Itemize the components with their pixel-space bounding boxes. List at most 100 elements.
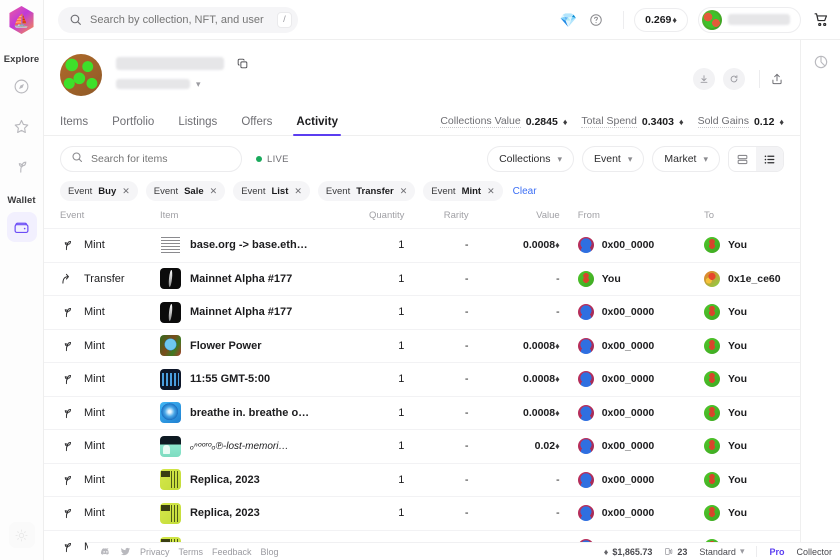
table-row[interactable]: Mint breathe in. breathe o… 1-0.0008♦ 0x00_… bbox=[44, 396, 800, 430]
cell-to[interactable]: You bbox=[686, 463, 800, 497]
sidebar-item-sprout[interactable] bbox=[7, 151, 37, 181]
global-search[interactable]: / bbox=[58, 6, 298, 33]
search-input[interactable] bbox=[90, 6, 269, 33]
twitter-icon[interactable] bbox=[120, 546, 131, 557]
list-view-icon[interactable] bbox=[756, 147, 783, 171]
gem-icon[interactable]: 💎 bbox=[560, 13, 577, 27]
profile-header: ▾ bbox=[44, 40, 800, 96]
table-row[interactable]: Mint Replica, 2023 1 - - 0x00_0000 You bbox=[44, 463, 800, 497]
cell-to[interactable]: You bbox=[686, 396, 800, 430]
table-row[interactable]: Mint Flower Power 1-0.0008♦ 0x00_0000 You bbox=[44, 329, 800, 363]
close-icon[interactable]: ✕ bbox=[400, 186, 408, 197]
collector-badge[interactable]: Collector bbox=[796, 547, 832, 557]
dropdown-market[interactable]: Market ▾ bbox=[652, 146, 720, 172]
cell-from[interactable]: 0x00_0000 bbox=[560, 396, 686, 430]
cell-from[interactable]: 0x00_0000 bbox=[560, 329, 686, 363]
cell-to[interactable]: You bbox=[686, 229, 800, 263]
cart-icon[interactable] bbox=[813, 11, 830, 28]
table-row[interactable]: Mint Replica, 2023 1 - - 0x00_0000 You bbox=[44, 496, 800, 531]
tab-items[interactable]: Items bbox=[60, 116, 88, 135]
cell-from[interactable]: 0x00_0000 bbox=[560, 229, 686, 263]
chip-event-sale[interactable]: Event Sale ✕ bbox=[145, 181, 226, 201]
close-icon[interactable]: ✕ bbox=[122, 186, 130, 197]
clear-filters-button[interactable]: Clear bbox=[513, 186, 537, 197]
sidebar-item-wallet[interactable] bbox=[6, 212, 37, 242]
cell-to[interactable]: You bbox=[686, 329, 800, 363]
cell-rarity: - bbox=[404, 296, 469, 330]
cell-to[interactable]: You bbox=[686, 363, 800, 397]
account-pill[interactable] bbox=[698, 6, 801, 33]
copy-icon[interactable] bbox=[236, 57, 249, 70]
speed-selector[interactable]: Standard ▾ bbox=[699, 547, 744, 557]
pro-badge[interactable]: Pro bbox=[769, 547, 784, 557]
table-row[interactable]: Mint 11:55 GMT-5:00 1-0.0008♦ 0x00_0000 You bbox=[44, 362, 800, 397]
dropdown-event[interactable]: Event ▾ bbox=[581, 146, 645, 172]
footer-link-terms[interactable]: Terms bbox=[179, 547, 204, 557]
cell-from[interactable]: 0x00_0000 bbox=[560, 363, 686, 397]
dropdown-collections[interactable]: Collections ▾ bbox=[487, 146, 574, 172]
help-circle-icon[interactable] bbox=[589, 13, 603, 27]
close-icon[interactable]: ✕ bbox=[487, 186, 495, 197]
eth-glyph: ♦ bbox=[555, 374, 560, 385]
sidebar-item-star[interactable] bbox=[7, 111, 37, 141]
chip-event-mint[interactable]: Event Mint ✕ bbox=[423, 181, 503, 201]
cell-rarity: - bbox=[404, 229, 469, 263]
cell-item[interactable]: 11:55 GMT-5:00 bbox=[159, 363, 334, 397]
share-icon[interactable] bbox=[770, 72, 784, 86]
discord-icon[interactable] bbox=[100, 546, 111, 557]
refresh-circle-icon[interactable] bbox=[723, 68, 745, 90]
event-label: Mint bbox=[84, 339, 105, 352]
footer-link-feedback[interactable]: Feedback bbox=[212, 547, 252, 557]
grid-view-icon[interactable] bbox=[729, 147, 756, 171]
close-icon[interactable]: ✕ bbox=[294, 186, 302, 197]
cell-item[interactable]: Mainnet Alpha #177 bbox=[159, 262, 334, 296]
cell-item[interactable]: Replica, 2023 bbox=[159, 497, 334, 531]
pie-chart-icon[interactable] bbox=[813, 54, 829, 70]
cell-event: Mint bbox=[44, 463, 160, 497]
table-row[interactable]: Mint Mainnet Alpha #177 1 - - 0x00_0000 You bbox=[44, 295, 800, 330]
chip-event-list[interactable]: Event List ✕ bbox=[233, 181, 310, 201]
item-search-input[interactable] bbox=[91, 153, 231, 165]
activity-table-wrapper[interactable]: Event Item Quantity Rarity Value From To… bbox=[44, 201, 800, 560]
chip-value: Buy bbox=[98, 185, 117, 197]
table-row[interactable]: Mint ₒⁿᵒᵒʳᵒₒ℗-lost-memori… 1-0.02♦ 0x00_000… bbox=[44, 429, 800, 464]
cell-item[interactable]: base.org -> base.eth… bbox=[159, 229, 334, 263]
tab-portfolio[interactable]: Portfolio bbox=[112, 116, 154, 135]
table-row[interactable]: Mint base.org -> base.eth… 1-0.0008♦ 0x00_0… bbox=[44, 228, 800, 263]
chip-event-transfer[interactable]: Event Transfer ✕ bbox=[317, 181, 416, 201]
cell-item[interactable]: Flower Power bbox=[159, 329, 334, 363]
cell-from[interactable]: 0x00_0000 bbox=[560, 463, 686, 497]
cell-item[interactable]: ₒⁿᵒᵒʳᵒₒ℗-lost-memori… bbox=[159, 430, 334, 464]
profile-name-hidden bbox=[116, 57, 224, 70]
chip-event-buy[interactable]: Event Buy ✕ bbox=[60, 181, 138, 201]
cell-to[interactable]: You bbox=[686, 430, 800, 464]
app-logo[interactable]: ⛵ bbox=[8, 6, 36, 34]
close-icon[interactable]: ✕ bbox=[210, 186, 218, 197]
cell-item[interactable]: Replica, 2023 bbox=[159, 463, 334, 497]
cell-item[interactable]: Mainnet Alpha #177 bbox=[159, 296, 334, 330]
cell-to[interactable]: 0x1e_ce60 bbox=[686, 262, 800, 296]
table-row[interactable]: Transfer Mainnet Alpha #177 1 - - You 0x1e_ce6… bbox=[44, 262, 800, 296]
appearance-icon[interactable] bbox=[8, 522, 35, 548]
gas-indicator[interactable]: 23 bbox=[664, 547, 687, 557]
cell-from[interactable]: 0x00_0000 bbox=[560, 430, 686, 464]
footer-link-privacy[interactable]: Privacy bbox=[140, 547, 170, 557]
item-search[interactable] bbox=[60, 146, 242, 172]
cell-from[interactable]: 0x00_0000 bbox=[560, 296, 686, 330]
profile-handle-row[interactable]: ▾ bbox=[116, 79, 249, 89]
cell-item[interactable]: breathe in. breathe o… bbox=[159, 396, 334, 430]
cell-to[interactable]: You bbox=[686, 296, 800, 330]
rarity-value: - bbox=[464, 306, 469, 319]
tab-listings[interactable]: Listings bbox=[178, 116, 217, 135]
avatar bbox=[577, 304, 594, 321]
tab-offers[interactable]: Offers bbox=[241, 116, 272, 135]
cell-from[interactable]: You bbox=[560, 262, 686, 296]
cell-from[interactable]: 0x00_0000 bbox=[560, 497, 686, 531]
sidebar-item-compass[interactable] bbox=[7, 71, 37, 101]
chip-prefix: Event bbox=[153, 185, 179, 197]
balance-pill[interactable]: 0.269 ♦ bbox=[634, 7, 688, 32]
tab-activity[interactable]: Activity bbox=[293, 116, 341, 136]
download-circle-icon[interactable] bbox=[693, 68, 715, 90]
cell-to[interactable]: You bbox=[686, 497, 800, 531]
footer-link-blog[interactable]: Blog bbox=[261, 547, 279, 557]
